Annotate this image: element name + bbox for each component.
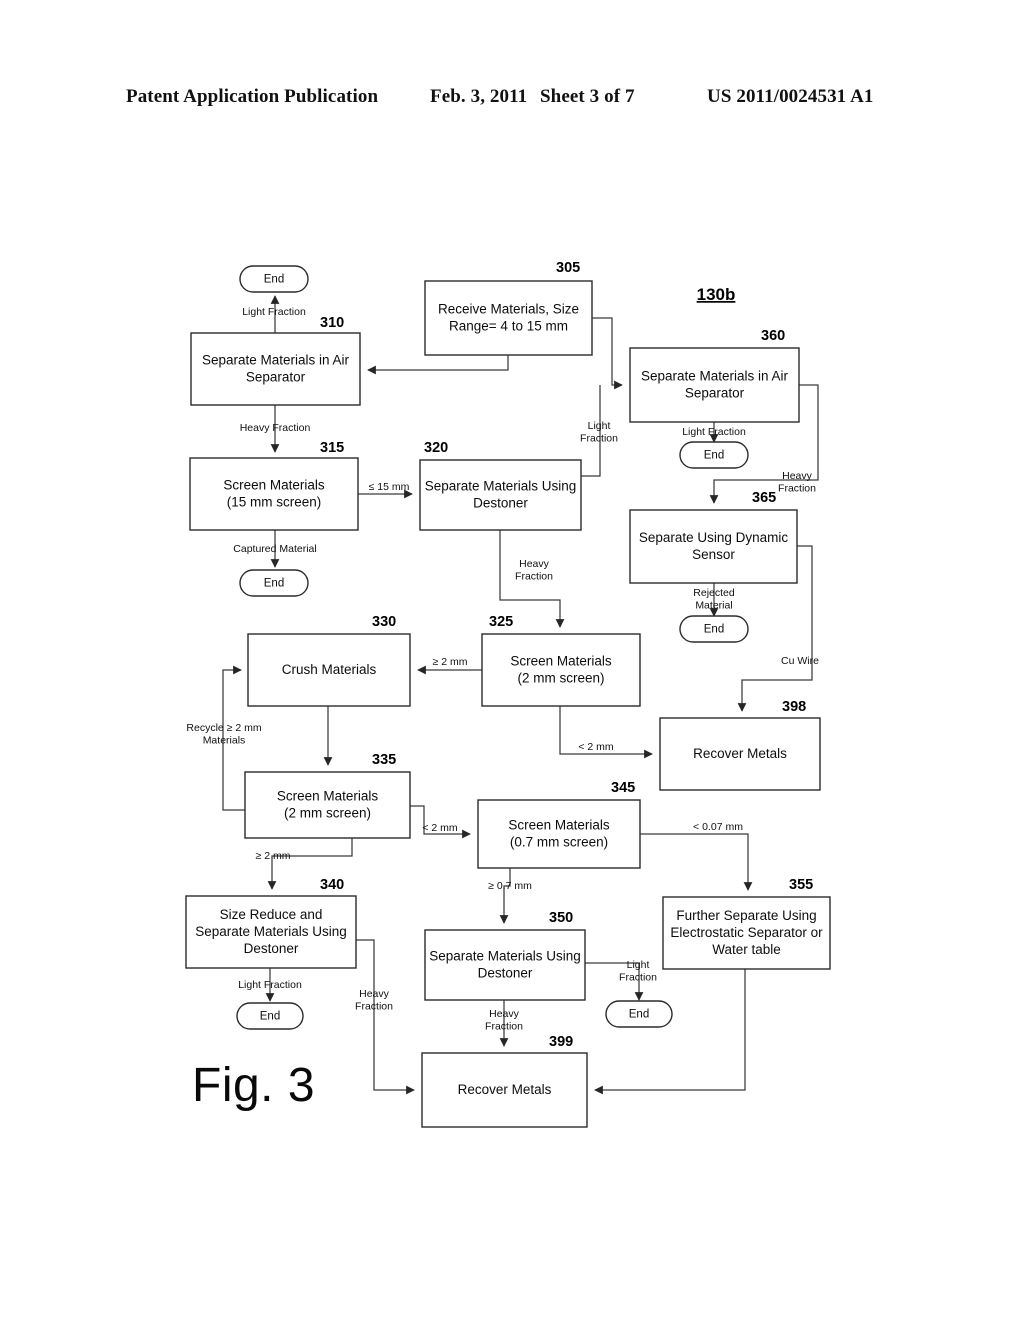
flow-edge: Light Fraction <box>585 959 657 1001</box>
terminal-label: End <box>264 274 284 286</box>
node-reference-number: 360 <box>761 328 785 344</box>
process-node-355[interactable]: Further Separate Using Electrostatic Sepa… <box>662 877 831 970</box>
flow-edge: ≥ 2 mm <box>417 656 482 675</box>
edge-label: < 0.07 mm <box>693 821 743 833</box>
edge-label: ≥ 0.7 mm <box>488 880 532 892</box>
node-reference-number: 355 <box>789 877 813 893</box>
terminal-node-end-365[interactable]: End <box>679 615 749 643</box>
flow-edge: Light Fraction <box>682 422 746 443</box>
node-reference-number: 320 <box>424 440 448 456</box>
process-node-315[interactable]: Screen Materials (15 mm screen)315 <box>189 440 359 531</box>
terminal-label: End <box>704 450 724 462</box>
node-reference-number: 398 <box>782 699 806 715</box>
flow-edge: < 0.07 mm <box>640 821 753 891</box>
terminal-node-end-315[interactable]: End <box>239 569 309 597</box>
edge-line <box>367 355 509 375</box>
nodes-layer: Receive Materials, Size Range= 4 to 15 mm… <box>185 260 831 1128</box>
terminal-label: End <box>704 624 724 636</box>
node-reference-number: 310 <box>320 315 344 331</box>
edge-label: Captured Material <box>233 543 316 555</box>
edge-label: Heavy Fraction <box>355 988 393 1013</box>
terminal-label: End <box>629 1009 649 1021</box>
flowchart-diagram: Light Fraction Heavy Fraction Captured Mat… <box>185 260 831 1128</box>
edge-label: Light Fraction <box>580 420 618 445</box>
edge-label: Cu Wire <box>781 655 819 667</box>
edge-line <box>640 833 753 891</box>
process-node-399[interactable]: Recover Metals 399 <box>421 1034 588 1128</box>
edge-line <box>499 868 511 924</box>
terminal-node-end-350[interactable]: End <box>605 1000 673 1028</box>
edge-label: Recycle ≥ 2 mm Materials <box>186 722 261 747</box>
flow-edge: Light Fraction <box>580 385 618 477</box>
process-node-398[interactable]: Recover Metals 398 <box>659 699 821 791</box>
node-reference-number: 330 <box>372 614 396 630</box>
edge-label: Heavy Fraction <box>778 470 816 495</box>
process-node-330[interactable]: Crush Materials 330 <box>247 614 411 707</box>
node-reference-number: 399 <box>549 1034 573 1050</box>
terminal-node-end-360[interactable]: End <box>679 441 749 469</box>
process-node-325[interactable]: Screen Materials (2 mm screen)325 <box>481 614 641 707</box>
flow-edge: Light Fraction <box>242 295 306 333</box>
process-node-345[interactable]: Screen Materials (0.7 mm screen)345 <box>477 780 641 869</box>
edge-label: Light Fraction <box>242 306 306 318</box>
edge-label: Light Fraction <box>238 979 302 991</box>
patent-figure-page: Patent Application Publication Feb. 3, 2… <box>0 0 1024 1320</box>
edge-label: < 2 mm <box>422 822 458 834</box>
edge-line <box>356 939 415 1095</box>
edge-label: ≥ 2 mm <box>433 656 468 668</box>
process-node-365[interactable]: Separate Using Dynamic Sensor365 <box>629 490 798 584</box>
edge-label: Rejected Material <box>693 587 735 612</box>
edge-label: Heavy Fraction <box>240 422 311 434</box>
flow-edge: Heavy Fraction <box>499 530 565 628</box>
terminal-node-end-310[interactable]: End <box>239 265 309 293</box>
node-reference-number: 305 <box>556 260 580 276</box>
edge-label: ≥ 2 mm <box>256 850 291 862</box>
node-label: Recover Metals <box>693 746 787 761</box>
node-label: Recover Metals <box>458 1082 552 1097</box>
flow-edge <box>594 969 746 1095</box>
process-group-label-130b: 130b <box>697 285 736 304</box>
terminal-node-end-340[interactable]: End <box>236 1002 304 1030</box>
node-reference-number: 315 <box>320 440 344 456</box>
flow-edge <box>592 317 623 390</box>
node-reference-number: 345 <box>611 780 635 796</box>
process-node-305[interactable]: Receive Materials, Size Range= 4 to 15 mm… <box>424 260 593 356</box>
terminal-label: End <box>264 578 284 590</box>
flow-edge: Heavy Fraction <box>240 405 311 453</box>
node-reference-number: 335 <box>372 752 396 768</box>
node-label: Crush Materials <box>282 662 377 677</box>
node-reference-number: 325 <box>489 614 513 630</box>
flow-edge: Captured Material <box>233 530 317 568</box>
flow-edge: Light Fraction <box>238 968 302 1002</box>
terminal-label: End <box>260 1011 280 1023</box>
flow-edge: Heavy Fraction <box>355 939 415 1095</box>
edge-label: Heavy Fraction <box>485 1008 523 1033</box>
edge-line <box>594 969 746 1095</box>
process-node-350[interactable]: Separate Materials Using Destoner350 <box>424 910 586 1001</box>
node-reference-number: 340 <box>320 877 344 893</box>
flow-edge: Rejected Material <box>693 583 735 617</box>
figure-caption: Fig. 3 <box>192 1059 316 1112</box>
edge-label: < 2 mm <box>578 741 614 753</box>
node-reference-number: 350 <box>549 910 573 926</box>
edge-label: Heavy Fraction <box>515 558 553 583</box>
flow-edge: Heavy Fraction <box>485 1000 523 1047</box>
node-reference-number: 365 <box>752 490 776 506</box>
flow-edge: ≤ 15 mm <box>358 481 413 499</box>
process-node-340[interactable]: Size Reduce and Separate Materials Using D… <box>185 877 357 969</box>
process-node-360[interactable]: Separate Materials in Air Separator360 <box>629 328 800 423</box>
flow-edge: ≥ 0.7 mm <box>488 868 532 924</box>
edge-line <box>592 317 623 390</box>
edge-label: Light Fraction <box>682 426 746 438</box>
flow-edge: < 2 mm <box>410 805 471 839</box>
edge-label: ≤ 15 mm <box>369 481 410 493</box>
flow-edge <box>367 355 509 375</box>
process-node-320[interactable]: Separate Materials Using Destoner320 <box>419 440 582 531</box>
flow-edge: < 2 mm <box>559 706 653 759</box>
